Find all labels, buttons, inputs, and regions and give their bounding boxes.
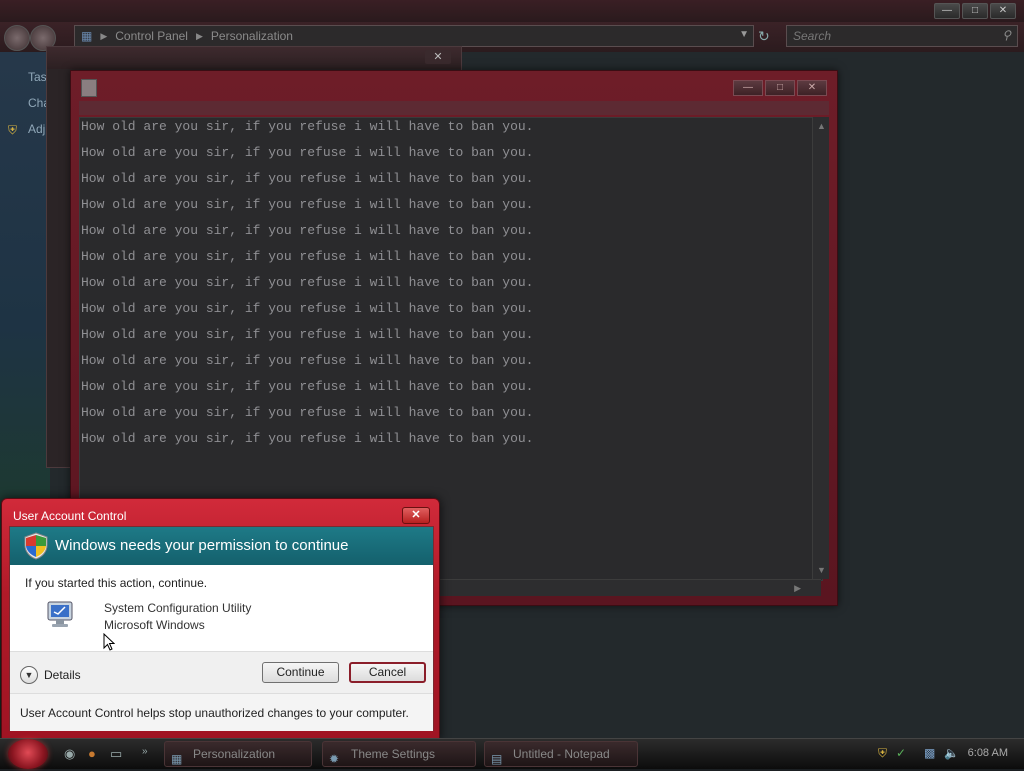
uac-dialog: User Account Control ✕ Windows needs you… [1, 498, 440, 740]
text-line: How old are you sir, if you refuse i wil… [81, 379, 534, 394]
text-line: How old are you sir, if you refuse i wil… [81, 275, 534, 290]
control-panel-icon: ▦ [171, 752, 183, 766]
text-line: How old are you sir, if you refuse i wil… [81, 405, 534, 420]
scroll-right-icon[interactable]: ▶ [794, 583, 801, 594]
notepad-menu-bar[interactable] [79, 101, 829, 115]
task-label: Theme Settings [351, 747, 436, 761]
scroll-down-icon[interactable]: ▼ [817, 565, 826, 575]
text-line: How old are you sir, if you refuse i wil… [81, 197, 534, 212]
browser-icon[interactable]: ● [88, 746, 96, 761]
theme-icon: ✹ [329, 752, 340, 766]
minimize-icon[interactable]: — [934, 3, 960, 19]
uac-body: If you started this action, continue. Sy… [10, 565, 433, 651]
task-personalization[interactable]: ▦ Personalization [164, 741, 312, 767]
chevron-down-icon[interactable]: ▼ [20, 666, 38, 684]
network-icon[interactable]: ▩ [924, 746, 935, 760]
details-toggle[interactable]: Details [44, 668, 81, 682]
clock[interactable]: 6:08 AM [968, 747, 1008, 759]
uac-banner-text: Windows needs your permission to continu… [55, 537, 349, 554]
notepad-icon: ▤ [491, 752, 503, 766]
maximize-icon[interactable]: □ [962, 3, 988, 19]
computer-icon [47, 601, 73, 627]
program-name: System Configuration Utility [104, 601, 252, 615]
task-label: Personalization [193, 747, 276, 761]
uac-footer-text[interactable]: User Account Control helps stop unauthor… [20, 706, 409, 720]
breadcrumb-separator-icon: ▶ [195, 30, 203, 41]
text-line: How old are you sir, if you refuse i wil… [81, 119, 534, 134]
breadcrumb-separator-icon: ▶ [100, 30, 108, 41]
system-tray: ⛨ ✓ ▩ 🔈 6:08 AM [864, 739, 1024, 769]
mouse-cursor-icon [103, 633, 115, 651]
uac-banner: Windows needs your permission to continu… [10, 527, 433, 565]
search-input[interactable]: Search ⚲ [786, 25, 1018, 47]
quick-launch-overflow-icon[interactable]: » [142, 746, 148, 757]
refresh-icon[interactable]: ↻ [758, 28, 770, 45]
maximize-icon[interactable]: □ [765, 80, 795, 96]
taskbar: ◉ ● ▭ » ▦ Personalization ✹ Theme Settin… [0, 738, 1024, 769]
uac-message: If you started this action, continue. [25, 576, 208, 590]
close-icon[interactable]: ✕ [797, 80, 827, 96]
shield-icon[interactable]: ⛨ [878, 746, 887, 761]
shield-icon: ⛨ [8, 123, 18, 137]
uac-footer: User Account Control helps stop unauthor… [10, 693, 433, 731]
search-icon[interactable]: ⚲ [1002, 28, 1011, 42]
task-notepad[interactable]: ▤ Untitled - Notepad [484, 741, 638, 767]
text-line: How old are you sir, if you refuse i wil… [81, 327, 534, 342]
text-line: How old are you sir, if you refuse i wil… [81, 171, 534, 186]
theme-settings-title-bar[interactable]: ✕ [47, 47, 461, 69]
text-line: How old are you sir, if you refuse i wil… [81, 353, 534, 368]
close-icon[interactable]: ✕ [990, 3, 1016, 19]
task-pane-item-tasks[interactable]: Tas [28, 70, 47, 84]
explorer-window-controls: — □ ✕ [934, 3, 1016, 19]
uac-content: Windows needs your permission to continu… [9, 526, 434, 731]
breadcrumb-personalization[interactable]: Personalization [211, 29, 293, 43]
task-label: Untitled - Notepad [513, 747, 610, 761]
text-line: How old are you sir, if you refuse i wil… [81, 249, 534, 264]
cancel-button[interactable]: Cancel [349, 662, 426, 683]
uac-actions: ▼ Details Continue Cancel [10, 651, 433, 694]
text-line: How old are you sir, if you refuse i wil… [81, 431, 534, 446]
close-icon[interactable]: ✕ [402, 507, 430, 524]
minimize-icon[interactable]: — [733, 80, 763, 96]
show-desktop-icon[interactable]: ◉ [64, 746, 75, 762]
notepad-icon [81, 79, 97, 97]
vertical-scrollbar[interactable]: ▲ ▼ [812, 117, 829, 579]
security-icon[interactable]: ✓ [896, 746, 906, 760]
start-button[interactable] [8, 739, 48, 769]
control-panel-icon: ▦ [81, 29, 93, 43]
breadcrumb-control-panel[interactable]: Control Panel [115, 29, 188, 43]
uac-title: User Account Control [13, 509, 127, 523]
search-placeholder: Search [793, 29, 832, 43]
task-pane-item-adjust[interactable]: Adj [28, 122, 45, 136]
address-dropdown-icon[interactable]: ▼ [739, 29, 749, 40]
volume-muted-icon[interactable]: 🔈 [944, 746, 959, 760]
task-theme-settings[interactable]: ✹ Theme Settings [322, 741, 476, 767]
close-icon[interactable]: ✕ [425, 50, 451, 64]
notepad-window-controls: — □ ✕ [733, 80, 827, 96]
text-line: How old are you sir, if you refuse i wil… [81, 145, 534, 160]
shield-icon [24, 532, 48, 560]
notepad-title-bar[interactable]: — □ ✕ [71, 71, 837, 101]
switch-windows-icon[interactable]: ▭ [110, 746, 122, 762]
explorer-title-bar[interactable]: — □ ✕ [0, 0, 1024, 22]
scroll-up-icon[interactable]: ▲ [817, 121, 826, 131]
address-bar[interactable]: ▦ ▶ Control Panel ▶ Personalization ▼ [74, 25, 754, 47]
text-line: How old are you sir, if you refuse i wil… [81, 223, 534, 238]
continue-button[interactable]: Continue [262, 662, 339, 683]
text-line: How old are you sir, if you refuse i wil… [81, 301, 534, 316]
program-publisher: Microsoft Windows [104, 618, 205, 632]
back-button[interactable] [4, 25, 30, 51]
